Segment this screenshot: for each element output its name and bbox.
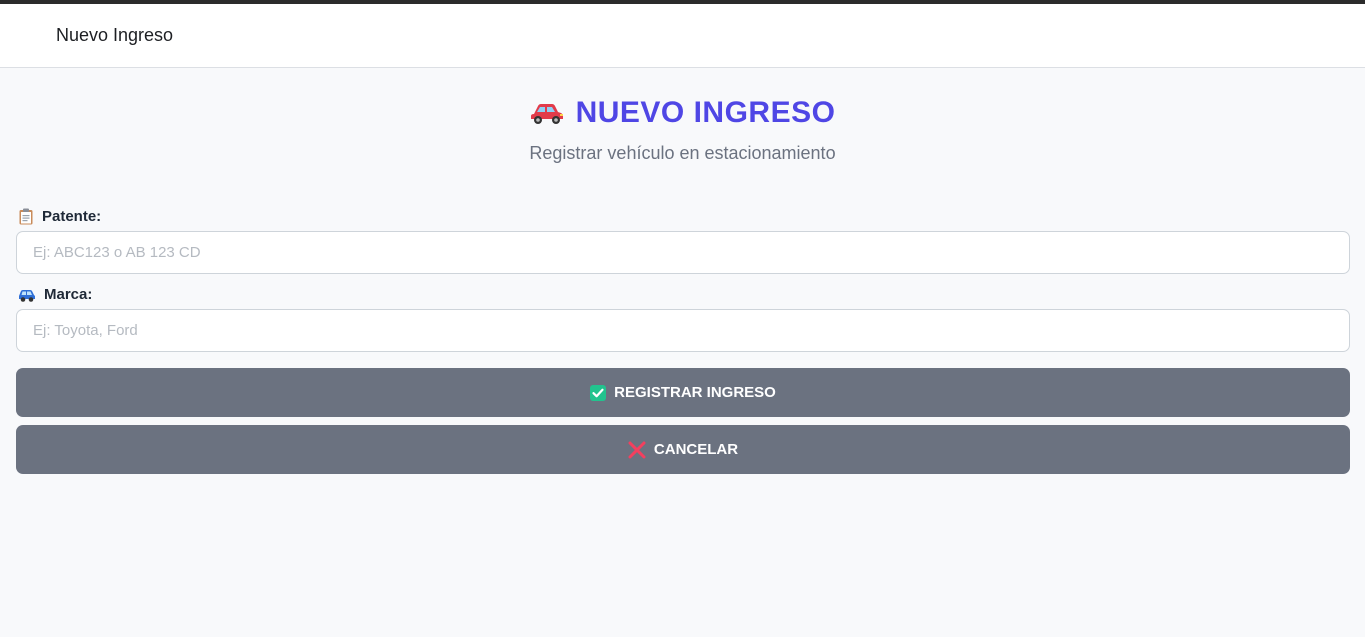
patente-label: Patente: [16,208,1349,225]
clipboard-icon [18,208,34,225]
marca-label-text: Marca: [44,286,93,303]
register-entry-button[interactable]: REGISTRAR INGRESO [16,368,1350,417]
patente-input[interactable] [16,231,1350,274]
cancel-button[interactable]: CANCELAR [16,425,1350,474]
marca-input[interactable] [16,309,1350,352]
app-bar-title: Nuevo Ingreso [56,25,174,45]
check-box-icon [590,384,607,401]
page-title-text: NUEVO INGRESO [575,96,836,129]
patente-label-text: Patente: [42,208,102,225]
page-header: NUEVO INGRESO Registrar vehículo en esta… [16,68,1349,164]
suv-icon [18,288,36,302]
cancel-label: CANCELAR [653,441,739,458]
car-icon [530,100,564,126]
page-subtitle: Registrar vehículo en estacionamiento [529,143,836,163]
register-entry-label: REGISTRAR INGRESO [614,384,776,401]
page-title: NUEVO INGRESO [530,96,836,130]
marca-label: Marca: [16,286,1349,303]
app-bar: Nuevo Ingreso [0,4,1365,68]
entry-form: Patente: Marca: [16,208,1350,474]
cross-mark-icon [628,441,646,459]
main-content: NUEVO INGRESO Registrar vehículo en esta… [0,68,1365,474]
